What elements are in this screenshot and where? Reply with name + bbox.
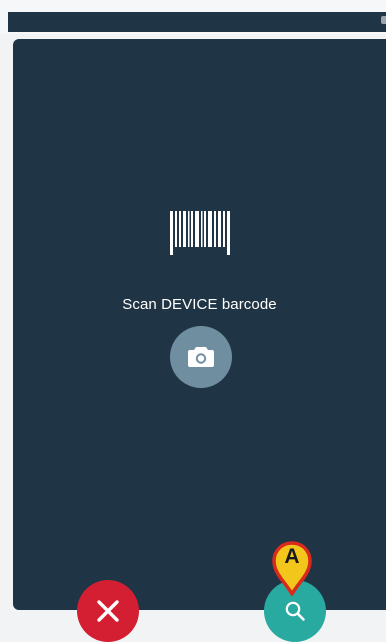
close-icon bbox=[97, 600, 119, 622]
top-header-strip bbox=[8, 12, 386, 32]
top-bar bbox=[0, 0, 386, 34]
scroll-indicator bbox=[381, 16, 386, 24]
cancel-button[interactable] bbox=[77, 580, 139, 642]
scan-device-barcode-label: Scan DEVICE barcode bbox=[122, 296, 277, 313]
marker-label: A bbox=[284, 545, 300, 568]
barcode-icon bbox=[170, 211, 230, 255]
search-icon bbox=[285, 601, 305, 621]
camera-button[interactable] bbox=[170, 326, 232, 388]
scan-panel bbox=[13, 39, 386, 610]
camera-icon bbox=[188, 347, 214, 367]
